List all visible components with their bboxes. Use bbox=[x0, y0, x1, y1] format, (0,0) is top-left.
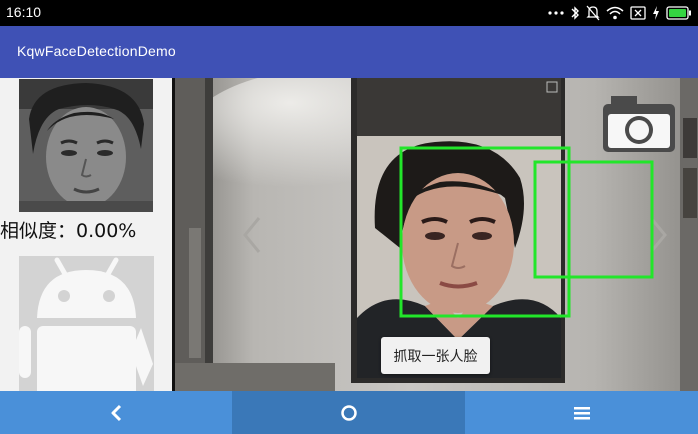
sim-x-icon bbox=[630, 4, 646, 22]
status-bar: 16:10 bbox=[0, 0, 698, 26]
nav-home-button[interactable] bbox=[232, 391, 465, 434]
status-icons bbox=[548, 3, 692, 23]
content-area: 相似度：0.00% 抓取一张人脸 bbox=[0, 78, 698, 391]
wifi-icon bbox=[606, 4, 624, 22]
status-time: 16:10 bbox=[6, 4, 42, 20]
nav-menu-button[interactable] bbox=[465, 391, 698, 434]
app-bar: KqwFaceDetectionDemo bbox=[0, 26, 698, 78]
mute-icon bbox=[586, 4, 600, 22]
nav-back-button[interactable] bbox=[0, 391, 232, 434]
battery-icon bbox=[666, 4, 692, 22]
similarity-label: 相似度：0.00% bbox=[0, 220, 137, 242]
more-dots-icon bbox=[548, 4, 564, 22]
android-robot-icon bbox=[19, 256, 154, 391]
reference-image bbox=[19, 256, 154, 391]
bluetooth-icon bbox=[570, 4, 580, 22]
navigation-bar bbox=[0, 391, 698, 434]
left-panel: 相似度：0.00% bbox=[0, 78, 172, 391]
charging-icon bbox=[652, 4, 660, 22]
captured-face-image bbox=[19, 79, 153, 212]
camera-icon[interactable] bbox=[603, 96, 675, 152]
home-icon bbox=[340, 404, 357, 421]
back-icon bbox=[111, 404, 122, 421]
app-title: KqwFaceDetectionDemo bbox=[17, 43, 176, 59]
capture-face-button[interactable]: 抓取一张人脸 bbox=[381, 337, 490, 374]
menu-icon bbox=[573, 406, 590, 419]
